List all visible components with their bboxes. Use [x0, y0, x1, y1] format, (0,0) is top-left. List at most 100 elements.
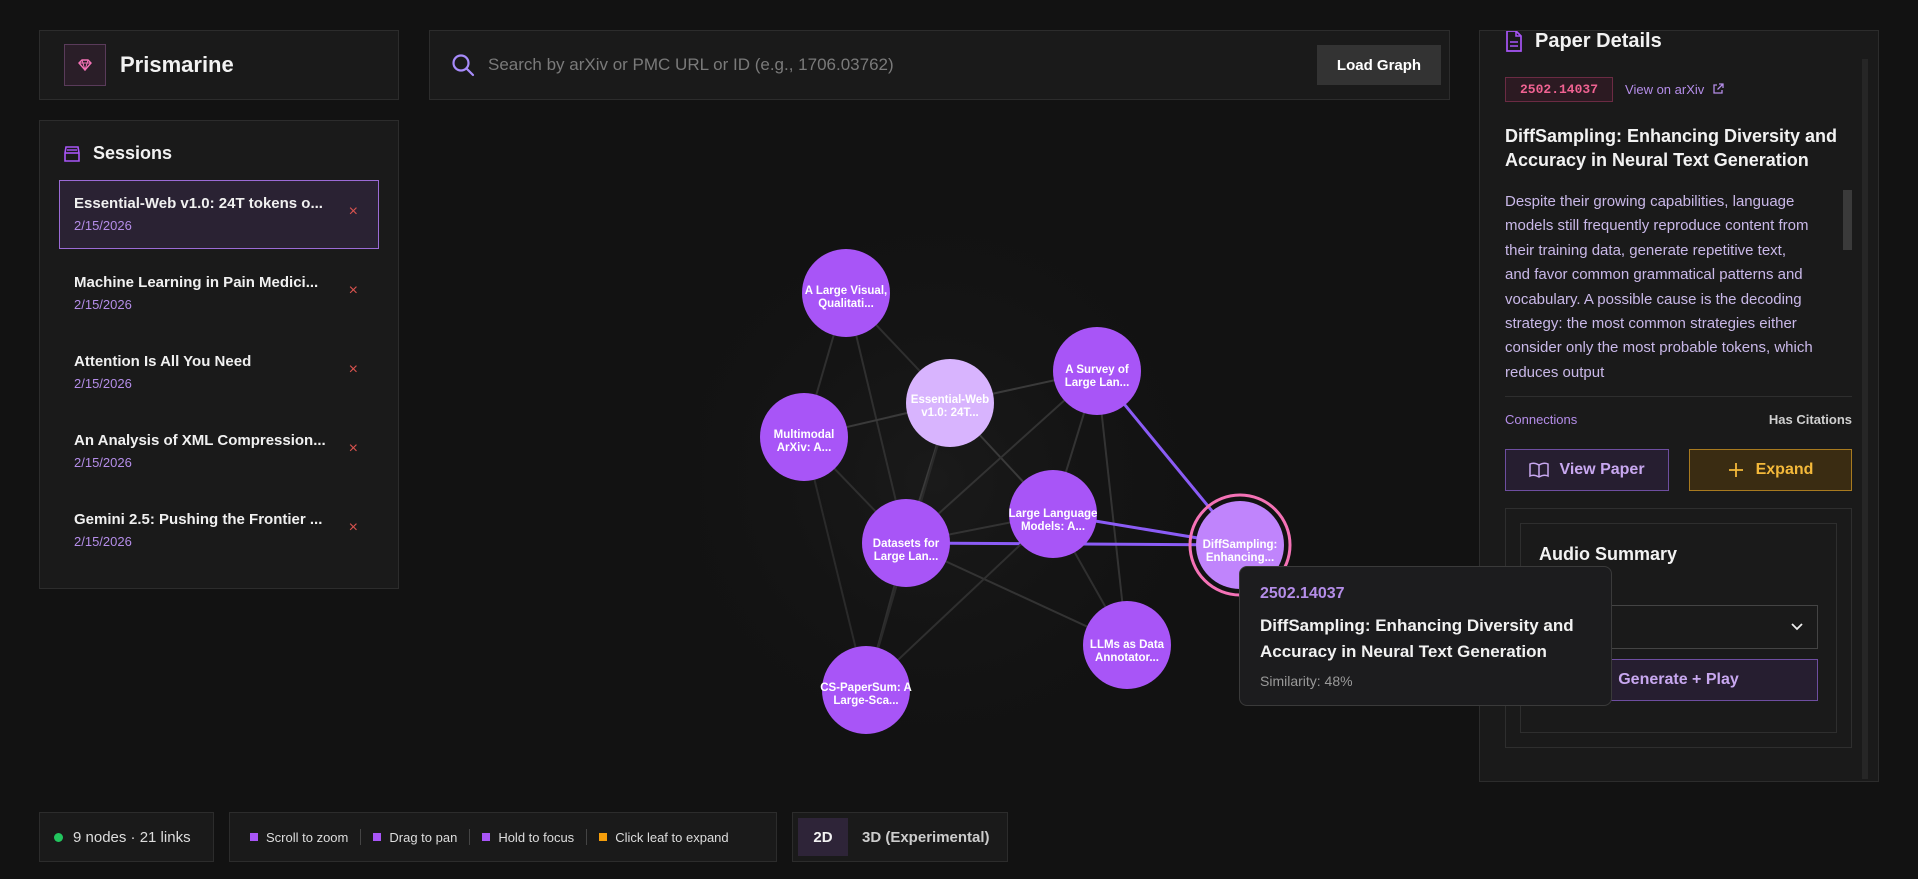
- session-title: Gemini 2.5: Pushing the Frontier ...: [74, 511, 323, 528]
- status-dot-icon: [54, 832, 63, 842]
- graph-node-label: Essential-Web: [911, 394, 989, 406]
- app-title: Prismarine: [120, 52, 234, 77]
- graph-stats: 9 nodes · 21 links: [39, 812, 214, 862]
- graph-node-label: Models: A...: [1021, 521, 1085, 533]
- tooltip-id: 2502.14037: [1260, 585, 1345, 602]
- close-icon[interactable]: ×: [349, 361, 358, 379]
- graph-node[interactable]: A Survey of Large Lan...: [1053, 327, 1141, 415]
- session-title: Attention Is All You Need: [74, 353, 252, 370]
- node-tooltip: 2502.14037 DiffSampling: Enhancing Diver…: [1239, 566, 1612, 706]
- graph-node[interactable]: A Large Visual, Qualitati...: [802, 249, 890, 337]
- panel-scrollbar[interactable]: [1862, 59, 1868, 779]
- mode-2d-button[interactable]: 2D: [798, 818, 848, 856]
- session-date: 2/15/2026: [74, 376, 132, 391]
- panel-heading: Paper Details: [1535, 30, 1662, 52]
- session-item[interactable]: Machine Learning in Pain Medici... 2/15/…: [59, 259, 379, 328]
- close-icon[interactable]: ×: [349, 519, 358, 537]
- hint-label: Click leaf to expand: [615, 829, 729, 845]
- graph-node[interactable]: Datasets for Large Lan...: [862, 499, 950, 587]
- session-item[interactable]: An Analysis of XML Compression... 2/15/2…: [59, 417, 379, 486]
- close-icon[interactable]: ×: [349, 282, 358, 300]
- graph-node-label: Qualitati...: [818, 298, 874, 310]
- graph-node[interactable]: Multimodal ArXiv: A...: [760, 393, 848, 481]
- graph-node-label: Datasets for: [873, 538, 940, 550]
- session-title: Machine Learning in Pain Medici...: [74, 274, 319, 291]
- session-item[interactable]: Essential-Web v1.0: 24T tokens o... 2/15…: [59, 180, 379, 249]
- divider: [1505, 396, 1852, 397]
- graph-node-label: Annotator...: [1095, 652, 1159, 664]
- tooltip-similarity: Similarity: 48%: [1260, 673, 1353, 689]
- graph-node-label: Large-Sca...: [833, 695, 898, 707]
- hint-item: Click leaf to expand: [599, 829, 729, 845]
- session-title: An Analysis of XML Compression...: [74, 432, 326, 449]
- external-link-icon: [1713, 83, 1724, 94]
- session-item[interactable]: Gemini 2.5: Pushing the Frontier ... 2/1…: [59, 496, 379, 565]
- connections-label: Connections: [1505, 412, 1578, 427]
- close-icon[interactable]: ×: [349, 440, 358, 458]
- graph-node[interactable]: Large Language Models: A...: [1009, 470, 1098, 558]
- graph-node-label: LLMs as Data: [1090, 639, 1165, 651]
- hint-square-icon: [373, 833, 382, 841]
- hint-separator: [360, 829, 362, 845]
- expand-button[interactable]: Expand: [1689, 449, 1852, 491]
- session-title: Essential-Web v1.0: 24T tokens o...: [74, 195, 323, 212]
- graph-stats-text: 9 nodes · 21 links: [73, 828, 191, 846]
- graph-node-label: v1.0: 24T...: [921, 407, 979, 419]
- search-bar: Load Graph: [429, 30, 1450, 100]
- load-graph-button[interactable]: Load Graph: [1317, 45, 1441, 85]
- hint-label: Drag to pan: [389, 829, 458, 845]
- brand-header: Prismarine: [39, 30, 399, 100]
- graph-node-label: A Large Visual,: [805, 285, 887, 297]
- hint-item: Hold to focus: [482, 830, 574, 845]
- hint-item: Drag to pan: [373, 830, 457, 845]
- graph-node-label: Large Lan...: [874, 551, 939, 563]
- hint-square-icon: [482, 833, 491, 841]
- session-item[interactable]: Attention Is All You Need 2/15/2026 ×: [59, 338, 379, 407]
- session-date: 2/15/2026: [74, 297, 132, 312]
- close-icon[interactable]: ×: [349, 203, 358, 221]
- graph-node-label: DiffSampling:: [1203, 539, 1278, 551]
- graph-node[interactable]: LLMs as Data Annotator...: [1083, 601, 1171, 689]
- mode-3d-button[interactable]: 3D (Experimental): [862, 818, 990, 856]
- interaction-hints: Scroll to zoom Drag to pan Hold to focus…: [229, 812, 777, 862]
- search-icon: [452, 54, 475, 77]
- view-paper-button[interactable]: View Paper: [1505, 449, 1669, 491]
- session-date: 2/15/2026: [74, 218, 132, 233]
- graph-background-halo: [700, 200, 1265, 760]
- view-paper-label: View Paper: [1559, 461, 1645, 478]
- graph-node-label: Enhancing...: [1206, 552, 1274, 564]
- expand-label: Expand: [1755, 461, 1814, 478]
- book-open-icon: [1529, 462, 1550, 478]
- hint-item: Scroll to zoom: [250, 830, 348, 845]
- graph-node[interactable]: Essential-Web v1.0: 24T...: [906, 359, 994, 447]
- archive-icon: [64, 145, 80, 162]
- paper-title: DiffSampling: Enhancing Diversity and Ac…: [1505, 126, 1838, 170]
- graph-node-label: Large Language: [1009, 508, 1098, 520]
- hint-separator: [469, 829, 471, 845]
- document-icon: [1506, 31, 1522, 52]
- session-list: Essential-Web v1.0: 24T tokens o... 2/15…: [59, 180, 379, 565]
- hint-label: Scroll to zoom: [266, 829, 349, 845]
- abstract-container[interactable]: Despite their growing capabilities, lang…: [1505, 190, 1852, 380]
- abstract-scrollbar[interactable]: [1843, 190, 1852, 250]
- hint-square-icon: [599, 833, 608, 841]
- connections-value: Has Citations: [1768, 412, 1852, 427]
- view-on-arxiv-link[interactable]: View on arXiv: [1625, 82, 1724, 97]
- tooltip-title: DiffSampling: Enhancing Diversity and Ac…: [1260, 616, 1574, 661]
- view-mode-toggle: 2D 3D (Experimental): [792, 812, 1008, 862]
- search-input[interactable]: [488, 55, 1317, 75]
- paper-abstract: Despite their growing capabilities, lang…: [1505, 193, 1813, 380]
- graph-node-label: CS-PaperSum: A: [820, 682, 912, 694]
- sessions-heading: Sessions: [93, 143, 173, 163]
- audio-summary-heading: Audio Summary: [1539, 544, 1678, 564]
- view-on-arxiv-label: View on arXiv: [1625, 82, 1705, 97]
- graph-node-label: A Survey of: [1065, 364, 1129, 376]
- arxiv-id-badge: 2502.14037: [1505, 77, 1614, 102]
- sessions-panel: Sessions Essential-Web v1.0: 24T tokens …: [39, 120, 399, 589]
- session-date: 2/15/2026: [74, 455, 132, 470]
- plus-icon: [1728, 463, 1743, 477]
- session-date: 2/15/2026: [74, 534, 132, 549]
- graph-node-label: Multimodal: [774, 429, 835, 441]
- logo-icon: [64, 44, 106, 86]
- hint-separator: [586, 829, 588, 845]
